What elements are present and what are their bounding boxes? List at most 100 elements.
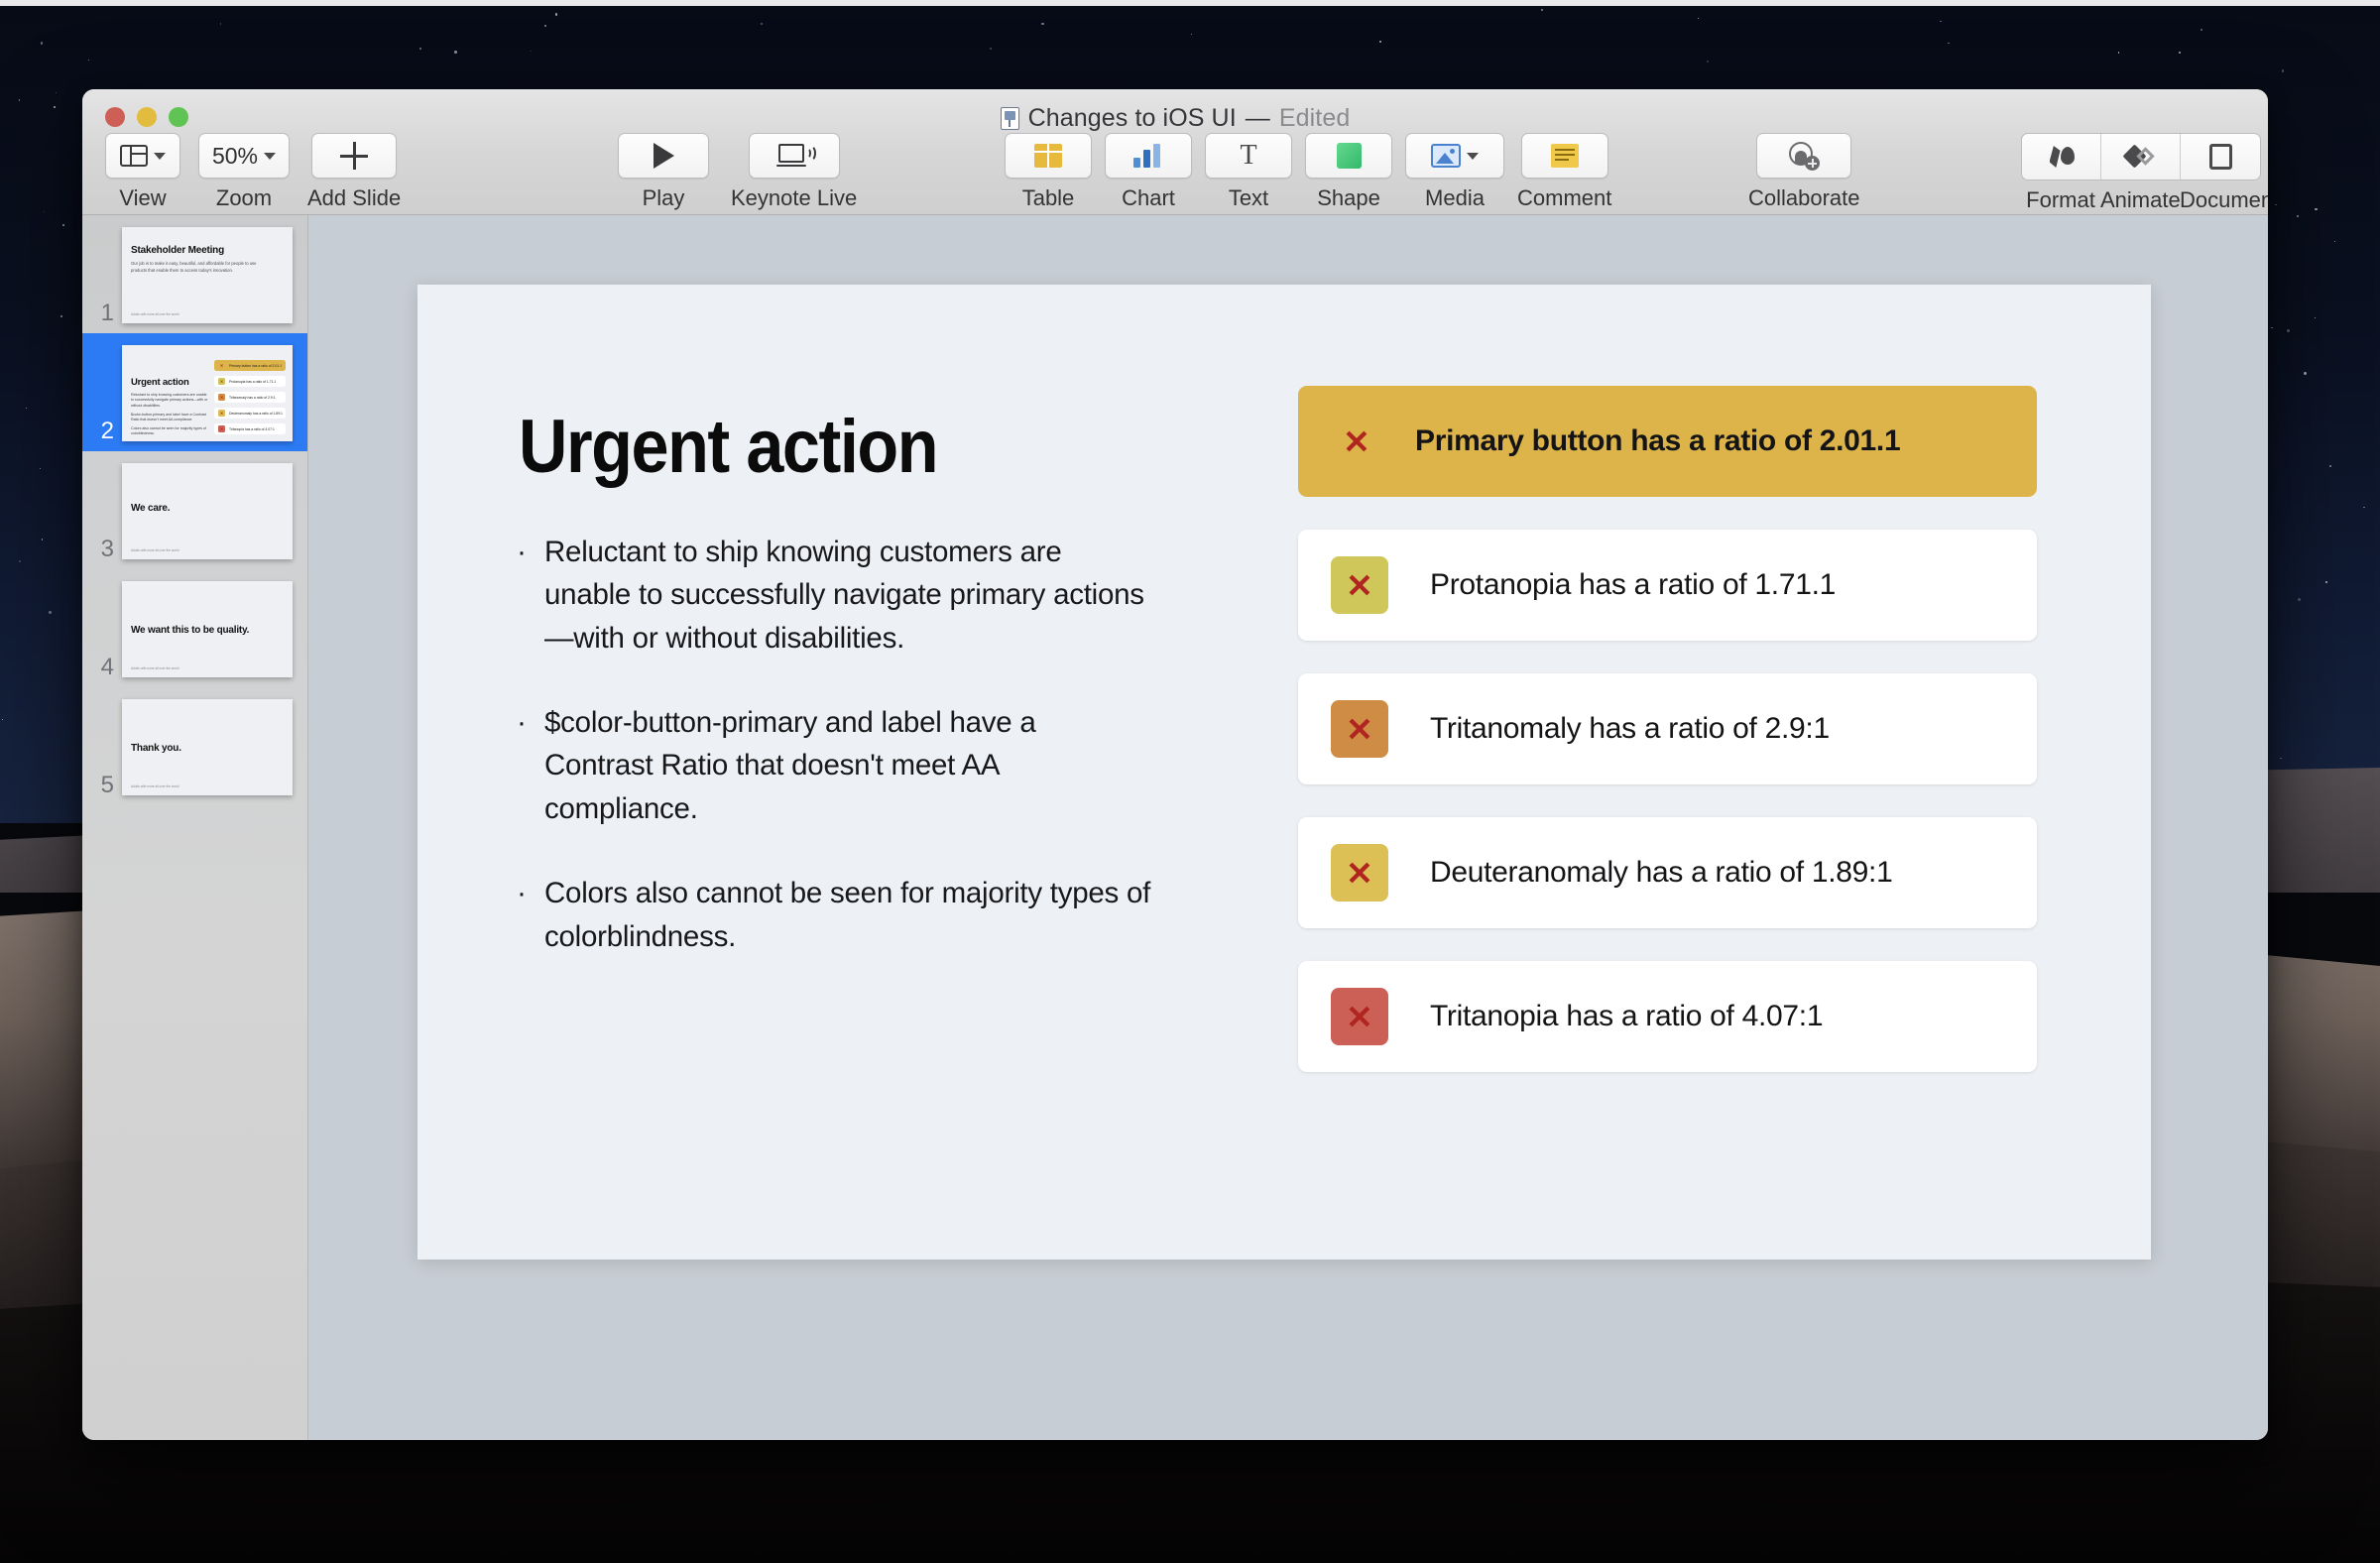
slide-bullet-list[interactable]: · Reluctant to ship knowing customers ar… <box>517 531 1151 1000</box>
collaborate-button[interactable] <box>1756 133 1852 179</box>
play-toolbar-item[interactable]: Play <box>618 133 709 211</box>
thumb-title: We care. <box>131 503 171 514</box>
add-slide-toolbar-item[interactable]: Add Slide <box>307 133 401 211</box>
slide-thumbnail-1[interactable]: 1 Stakeholder Meeting Our job is to make… <box>82 215 307 333</box>
thumb-card-text: Protanopia has a ratio of 1.71.1 <box>229 379 277 384</box>
thumb-bullet: Reluctant to ship knowing customers are … <box>131 393 208 408</box>
color-swatch: ✕ <box>1331 988 1388 1045</box>
x-mark-icon: ✕ <box>1346 998 1373 1035</box>
thumb-footer: Adults with more all over the world <box>131 548 179 552</box>
comment-button[interactable] <box>1520 133 1608 179</box>
chevron-down-icon <box>154 152 166 160</box>
canvas-area: Urgent action · Reluctant to ship knowin… <box>308 215 2268 1440</box>
thumb-bullet: $color-button-primary and label have a C… <box>131 413 207 422</box>
slide-canvas[interactable]: Urgent action · Reluctant to ship knowin… <box>417 285 2151 1260</box>
bullet-text: Reluctant to ship knowing customers are … <box>544 536 1144 655</box>
contrast-card-text: Protanopia has a ratio of 1.71.1 <box>1430 568 1837 601</box>
contrast-card[interactable]: ✕ Tritanopia has a ratio of 4.07:1 <box>1298 961 2037 1072</box>
bullet-item[interactable]: · Reluctant to ship knowing customers ar… <box>517 531 1151 660</box>
contrast-card[interactable]: ✕ Protanopia has a ratio of 1.71.1 <box>1298 530 2037 641</box>
view-button[interactable] <box>105 133 180 179</box>
add-slide-button[interactable] <box>311 133 398 179</box>
shape-square-icon <box>1336 143 1362 169</box>
thumbnail-canvas: Thank you. Adults with more all over the… <box>122 699 293 795</box>
chart-toolbar-item[interactable]: Chart <box>1105 133 1192 211</box>
comment-toolbar-item[interactable]: Comment <box>1517 133 1611 211</box>
chart-button[interactable] <box>1105 133 1192 179</box>
x-mark-icon: ✕ <box>1346 854 1373 892</box>
keynote-live-toolbar-item[interactable]: Keynote Live <box>731 133 857 211</box>
zoom-button[interactable]: 50% <box>198 133 290 179</box>
bullet-marker: · <box>517 706 527 740</box>
bullet-item[interactable]: · $color-button-primary and label have a… <box>517 701 1151 830</box>
bullet-text: Colors also cannot be seen for majority … <box>544 877 1151 953</box>
toolbar-collaborate-group: Collaborate <box>1748 133 1860 211</box>
shape-toolbar-item[interactable]: Shape <box>1305 133 1392 211</box>
media-toolbar-item[interactable]: Media <box>1405 133 1504 211</box>
contrast-card[interactable]: ✕ Tritanomaly has a ratio of 2.9:1 <box>1298 673 2037 784</box>
plus-icon <box>340 142 369 170</box>
text-label: Text <box>1228 185 1269 210</box>
shape-button[interactable] <box>1305 133 1392 179</box>
add-slide-label: Add Slide <box>307 185 402 210</box>
thumbnail-canvas: Stakeholder Meeting Our job is to make i… <box>122 227 293 323</box>
contrast-card[interactable]: ✕ Deuteranomaly has a ratio of 1.89:1 <box>1298 817 2037 928</box>
thumb-card: ✕ Tritanomaly has a ratio of 2.9:1 <box>214 392 286 403</box>
inspector-segmented-control <box>2021 133 2261 180</box>
animate-button[interactable] <box>2101 134 2181 180</box>
bullet-text: $color-button-primary and label have a C… <box>544 706 1036 825</box>
media-label: Media <box>1425 185 1485 210</box>
chart-label: Chart <box>1122 185 1175 210</box>
thumb-footer: Adults with more all over the world <box>131 312 179 316</box>
view-layout-icon <box>120 145 148 167</box>
toolbar-inspector-group: Format Animate Document <box>2021 133 2268 213</box>
slide-number: 4 <box>100 654 114 680</box>
shape-label: Shape <box>1317 185 1380 210</box>
contrast-card[interactable]: ✕ Primary button has a ratio of 2.01.1 <box>1298 386 2037 497</box>
thumb-card-text: Primary button has a ratio of 2.01.1 <box>229 363 282 368</box>
menu-bar-strip <box>0 0 2380 6</box>
thumb-title: Stakeholder Meeting <box>131 245 224 256</box>
table-icon <box>1034 144 1062 168</box>
slide-thumbnail-3[interactable]: 3 We care. Adults with more all over the… <box>82 451 307 569</box>
color-swatch: ✕ <box>1331 844 1388 902</box>
slide-number: 2 <box>100 418 114 444</box>
text-toolbar-item[interactable]: T Text <box>1205 133 1292 211</box>
slide-title[interactable]: Urgent action <box>519 404 939 490</box>
play-button[interactable] <box>618 133 709 179</box>
view-toolbar-item[interactable]: View <box>105 133 180 211</box>
media-button[interactable] <box>1405 133 1504 179</box>
document-title[interactable]: Changes to iOS UI <box>1028 104 1237 133</box>
keynote-live-button[interactable] <box>748 133 840 179</box>
slide-thumbnail-5[interactable]: 5 Thank you. Adults with more all over t… <box>82 687 307 805</box>
document-button[interactable] <box>2181 134 2260 180</box>
text-button[interactable]: T <box>1205 133 1292 179</box>
collaborate-label: Collaborate <box>1748 185 1860 210</box>
zoom-toolbar-item[interactable]: 50% Zoom <box>198 133 290 211</box>
bullet-item[interactable]: · Colors also cannot be seen for majorit… <box>517 872 1151 958</box>
slide-thumbnail-2[interactable]: 2 Urgent action Reluctant to ship knowin… <box>82 333 307 451</box>
contrast-card-text: Tritanopia has a ratio of 4.07:1 <box>1430 1000 1824 1032</box>
keynote-live-label: Keynote Live <box>731 185 858 210</box>
window-title-bar: Changes to iOS UI — Edited <box>82 104 2268 133</box>
thumb-card: ✕ Tritanopia has a ratio of 4.07:1 <box>214 423 286 434</box>
x-mark-icon: ✕ <box>218 425 225 432</box>
toolbar-play-group: Play Keynote Live <box>618 133 857 211</box>
table-button[interactable] <box>1005 133 1092 179</box>
x-mark-icon: ✕ <box>1346 710 1373 748</box>
thumb-footer: Adults with more all over the world <box>131 666 179 670</box>
collaborate-toolbar-item[interactable]: Collaborate <box>1748 133 1860 211</box>
format-button[interactable] <box>2022 134 2101 180</box>
play-label: Play <box>642 185 685 210</box>
thumb-card-text: Deuteranomaly has a ratio of 1.89:1 <box>229 411 283 416</box>
thumbnail-canvas: Urgent action Reluctant to ship knowing … <box>122 345 293 441</box>
x-mark-icon: ✕ <box>218 378 225 385</box>
table-toolbar-item[interactable]: Table <box>1005 133 1092 211</box>
x-mark-icon: ✕ <box>1343 422 1370 460</box>
x-mark-icon: ✕ <box>218 394 225 401</box>
comment-label: Comment <box>1517 185 1612 210</box>
thumb-card-text: Tritanopia has a ratio of 4.07:1 <box>229 426 275 431</box>
slide-thumbnail-4[interactable]: 4 We want this to be quality. Adults wit… <box>82 569 307 687</box>
comment-note-icon <box>1550 144 1579 168</box>
slide-navigator[interactable]: 1 Stakeholder Meeting Our job is to make… <box>82 215 308 1440</box>
